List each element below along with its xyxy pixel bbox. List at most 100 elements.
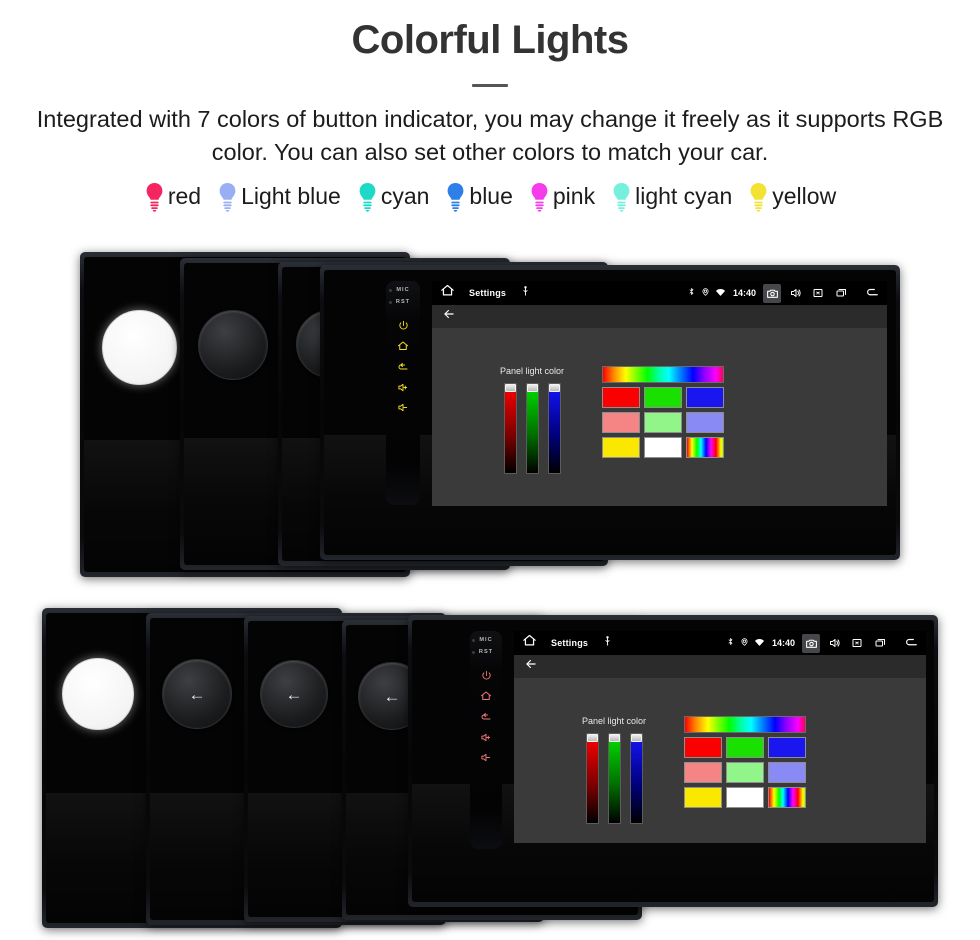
green-slider[interactable] [525,383,539,474]
legend-item-light-cyan: light cyan [611,182,732,212]
swatch-grid [684,737,807,808]
bulb-icon [613,182,630,212]
recents-icon[interactable] [832,284,850,303]
power-icon[interactable] [398,320,409,331]
mic-label: MIC [389,287,410,293]
swatch-blue[interactable] [768,737,807,758]
home-icon[interactable] [440,283,455,303]
settings-content: Panel light color [432,328,887,506]
sub-toolbar [432,305,887,328]
rotary-knob[interactable]: ← [162,659,232,729]
knob-back-arrow-icon: ← [383,686,401,706]
rotary-knob[interactable]: ← [260,660,328,728]
swatch-lightgreen[interactable] [644,412,683,433]
home-icon[interactable] [522,633,537,653]
hue-gradient-bar[interactable] [602,366,725,383]
swatch-periwinkle[interactable] [686,412,725,433]
usb-icon[interactable] [520,284,531,302]
rst-label: RST [471,649,494,655]
color-picker: Panel light color [500,366,725,474]
volume-down-icon[interactable] [480,752,492,763]
slider-thumb[interactable] [630,734,642,742]
camera-icon[interactable] [763,283,781,303]
home-icon[interactable] [480,690,492,702]
bulb-icon [611,182,632,212]
rotary-knob[interactable] [198,310,268,380]
bulb-icon [529,182,550,212]
mic-label: MIC [472,637,493,643]
blue-slider[interactable] [629,733,643,824]
blue-slider[interactable] [547,383,561,474]
volume-icon[interactable] [825,634,843,653]
unit-screen[interactable]: MIC RST Settings 14:40 Panel light color [320,265,900,560]
bulb-icon [357,182,378,212]
status-bar-title: Settings [469,288,507,298]
green-slider[interactable] [607,733,621,824]
back-arrow-icon[interactable] [902,634,920,653]
close-box-icon[interactable] [848,634,866,653]
back-arrow-icon[interactable] [524,657,538,676]
red-slider[interactable] [503,383,517,474]
bulb-icon [146,182,163,212]
back-icon[interactable] [397,361,409,373]
swatch-rainbow[interactable] [768,787,807,808]
android-screen[interactable]: Settings 14:40 Panel light color [514,631,926,843]
location-icon [701,284,710,302]
rst-label: RST [388,299,411,305]
legend-item-pink: pink [529,182,595,212]
swatch-white[interactable] [726,787,765,808]
legend-item-blue: blue [445,182,513,212]
page-subtitle: Integrated with 7 colors of button indic… [36,106,944,166]
power-icon[interactable] [481,670,492,681]
swatch-red[interactable] [684,737,723,758]
volume-icon[interactable] [786,284,804,303]
bulb-icon [445,182,466,212]
android-screen[interactable]: Settings 14:40 Panel light color [432,281,887,506]
recents-icon[interactable] [871,634,889,653]
swatch-red[interactable] [602,387,641,408]
red-slider[interactable] [585,733,599,824]
swatch-salmon[interactable] [684,762,723,783]
swatch-yellow[interactable] [684,787,723,808]
home-icon[interactable] [397,340,409,352]
hue-gradient-bar[interactable] [684,716,807,733]
swatch-grid [602,387,725,458]
swatch-green[interactable] [726,737,765,758]
bulb-icon [448,182,464,212]
rotary-knob[interactable] [102,310,177,385]
slider-thumb[interactable] [504,384,516,392]
swatch-periwinkle[interactable] [768,762,807,783]
slider-thumb[interactable] [586,734,598,742]
swatch-yellow[interactable] [602,437,641,458]
volume-up-icon[interactable] [397,382,409,393]
usb-icon[interactable] [602,634,613,652]
page-header: Colorful Lights Integrated with 7 colors… [0,0,980,170]
device-row-top: MICRSTMICRSTMICRSTMICRSTSettings14:40Pan… [0,252,980,582]
back-arrow-icon[interactable] [863,284,881,303]
side-button-strip: MIC RST [386,281,420,505]
swatch-lightgreen[interactable] [726,762,765,783]
swatch-green[interactable] [644,387,683,408]
legend-label: pink [552,183,596,210]
bulb-icon [219,182,236,212]
slider-thumb[interactable] [548,384,560,392]
legend-label: Light blue [241,183,341,210]
swatch-rainbow[interactable] [686,437,725,458]
camera-icon[interactable] [802,633,820,653]
volume-up-icon[interactable] [480,732,492,743]
legend-label: red [167,183,202,210]
status-bar: Settings 14:40 [432,281,887,305]
swatch-white[interactable] [644,437,683,458]
rotary-knob[interactable] [62,658,134,730]
close-box-icon[interactable] [809,284,827,303]
swatch-salmon[interactable] [602,412,641,433]
unit-salmon[interactable]: MIC RST Settings 14:40 Panel light color [408,615,938,907]
device-row-bottom: MICRST←MICRST←MICRST←MICRSTMICRSTSetting… [0,608,980,928]
sub-toolbar [514,655,926,678]
back-arrow-icon[interactable] [442,307,456,326]
swatch-blue[interactable] [686,387,725,408]
slider-thumb[interactable] [526,384,538,392]
back-icon[interactable] [480,711,492,723]
slider-thumb[interactable] [608,734,620,742]
volume-down-icon[interactable] [397,402,409,413]
